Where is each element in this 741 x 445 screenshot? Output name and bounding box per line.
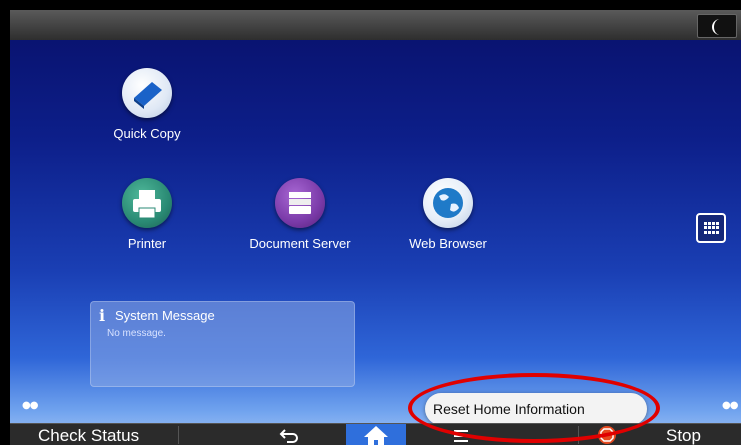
app-label: Printer xyxy=(127,236,167,251)
separator xyxy=(178,426,179,444)
app-web-browser[interactable]: Web Browser xyxy=(400,178,496,251)
system-message-body: No message. xyxy=(107,328,166,339)
check-status-button[interactable]: Check Status xyxy=(38,424,139,445)
copy-icon xyxy=(122,68,172,118)
menu-icon xyxy=(454,430,468,442)
page-indicator-right[interactable]: ●● xyxy=(722,400,738,411)
app-document-server[interactable]: Document Server xyxy=(240,178,360,251)
reset-home-information-popup[interactable]: Reset Home Information xyxy=(425,393,647,425)
back-button[interactable] xyxy=(278,424,306,445)
menu-button[interactable] xyxy=(450,424,480,445)
back-arrow-icon xyxy=(279,429,298,443)
stop-icon[interactable] xyxy=(598,426,616,444)
top-status-bar xyxy=(10,10,741,40)
info-icon: i xyxy=(99,306,106,325)
globe-icon xyxy=(423,178,473,228)
app-printer[interactable]: Printer xyxy=(109,178,185,251)
app-label: Quick Copy xyxy=(113,126,181,141)
home-screen: Quick Copy Printer Document Server Web B… xyxy=(10,10,741,445)
bottom-bar: Check Status Stop xyxy=(10,423,741,445)
system-message-title: System Message xyxy=(115,308,215,323)
separator xyxy=(578,426,579,444)
moon-icon xyxy=(712,19,720,35)
app-label: Web Browser xyxy=(409,236,487,251)
home-button[interactable] xyxy=(346,424,406,445)
reset-home-information-label: Reset Home Information xyxy=(433,401,585,417)
printer-icon xyxy=(122,178,172,228)
app-list-button[interactable] xyxy=(696,213,726,243)
system-message-widget[interactable]: i System Message No message. xyxy=(90,301,355,387)
home-icon xyxy=(364,426,388,445)
grid-icon xyxy=(704,222,719,234)
page-indicator-left[interactable]: ●● xyxy=(22,400,38,411)
energy-saver-button[interactable] xyxy=(697,14,737,38)
stop-button[interactable]: Stop xyxy=(666,424,701,445)
app-quick-copy[interactable]: Quick Copy xyxy=(102,68,192,141)
app-label: Document Server xyxy=(249,236,351,251)
document-server-icon xyxy=(275,178,325,228)
